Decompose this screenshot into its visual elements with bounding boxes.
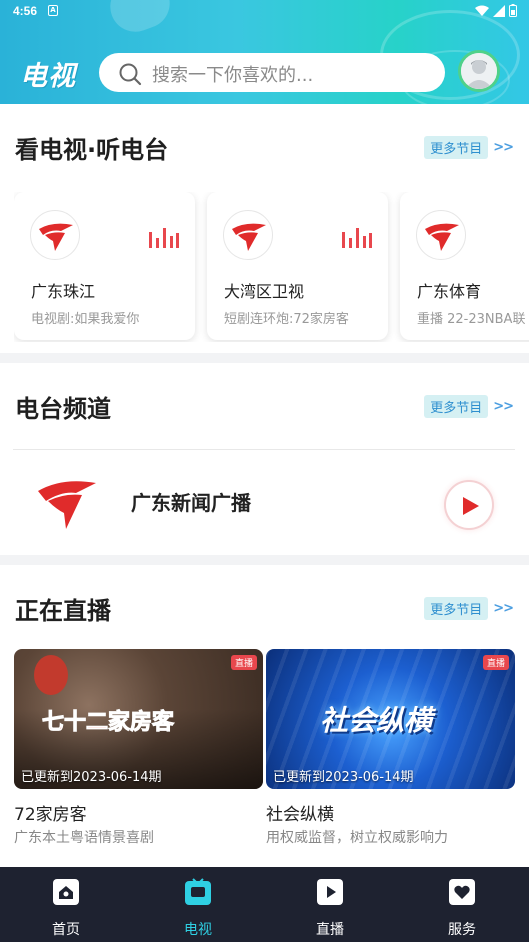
search-placeholder[interactable]: 搜索一下你喜欢的... [152, 61, 313, 87]
section-title: 正在直播 [15, 597, 111, 625]
more-label[interactable]: 更多节目 [424, 597, 489, 620]
channel-program: 重播 22-23NBA联 [417, 312, 526, 327]
audio-bars-icon [149, 228, 179, 248]
more-programs-link[interactable]: 更多节目 >> [424, 597, 514, 620]
update-info: 已更新到2023-06-14期 [273, 770, 414, 785]
play-button[interactable] [444, 480, 494, 530]
channel-card[interactable]: 大湾区卫视 短剧连环炮:72家房客 [207, 192, 388, 340]
battery-icon [509, 4, 517, 17]
tv-icon [185, 878, 211, 905]
gdtv-logo-icon [425, 223, 459, 251]
gdtv-logo-icon [38, 481, 96, 529]
heart-service-icon [449, 879, 475, 905]
more-label[interactable]: 更多节目 [424, 136, 489, 159]
section-title: 电台频道 [15, 395, 111, 423]
channel-card[interactable]: 广东体育 重播 22-23NBA联 [400, 192, 529, 340]
nav-label: 电视 [184, 922, 212, 938]
bottom-navigation: 首页 电视 直播 服务 [0, 867, 529, 942]
nav-item-live[interactable]: 直播 [295, 877, 365, 939]
update-info: 已更新到2023-06-14期 [21, 770, 162, 785]
more-programs-link[interactable]: 更多节目 >> [424, 136, 514, 159]
nav-item-service[interactable]: 服务 [427, 877, 497, 939]
signal-icon [493, 4, 505, 17]
nav-label: 直播 [316, 922, 344, 938]
tv-section: 看电视·听电台 更多节目 >> 广东珠江 电视剧:如果我爱你 大湾区卫视 短剧连… [0, 104, 529, 353]
thumbnail-title: 七十二家房客 [41, 710, 175, 736]
live-play-icon [317, 879, 343, 905]
nav-label: 首页 [52, 922, 80, 938]
thumbnail-title: 社会纵横 [320, 704, 433, 737]
radio-station-row[interactable]: 广东新闻广播 [0, 449, 529, 557]
channel-name: 大湾区卫视 [224, 282, 305, 301]
app-logo: 电视 [20, 61, 76, 92]
live-section: 正在直播 更多节目 >> 七十二家房客 直播 已更新到2023-06-14期 7… [0, 565, 529, 867]
radio-section: 电台频道 更多节目 >> 广东新闻广播 [0, 363, 529, 555]
section-title: 看电视·听电台 [15, 136, 169, 164]
double-chevron-icon: >> [493, 140, 514, 155]
nav-item-tv[interactable]: 电视 [163, 877, 233, 939]
program-description: 用权威监督，树立权威影响力 [266, 830, 448, 846]
double-chevron-icon: >> [493, 399, 514, 414]
channel-name: 广东珠江 [31, 282, 96, 301]
channel-name: 广东体育 [417, 282, 482, 301]
gdtv-logo-icon [39, 223, 73, 251]
gdtv-logo-icon [232, 223, 266, 251]
home-icon [53, 879, 79, 905]
status-bar: 4:56 A [0, 0, 529, 24]
audio-bars-icon [342, 228, 372, 248]
play-icon [463, 497, 479, 515]
search-bar[interactable]: 搜索一下你喜欢的... [99, 53, 445, 92]
live-badge: 直播 [230, 655, 257, 670]
channel-card[interactable]: 广东珠江 电视剧:如果我爱你 [14, 192, 195, 340]
channel-logo [223, 210, 273, 260]
nav-label: 服务 [448, 922, 476, 938]
nav-item-home[interactable]: 首页 [31, 877, 101, 939]
app-header: 4:56 A 电视 搜索一下你喜欢的... [0, 0, 529, 104]
program-name: 72家房客 [14, 805, 87, 825]
program-description: 广东本土粤语情景喜剧 [14, 830, 154, 846]
double-chevron-icon: >> [493, 601, 514, 616]
user-avatar-icon [461, 53, 497, 89]
status-icons [475, 4, 517, 17]
program-name: 社会纵横 [266, 805, 334, 825]
more-label[interactable]: 更多节目 [424, 395, 489, 418]
radio-station-name: 广东新闻广播 [131, 491, 251, 515]
live-badge: 直播 [482, 655, 509, 670]
avatar[interactable] [458, 50, 500, 92]
channel-program: 电视剧:如果我爱你 [31, 312, 140, 327]
lantern-decoration [34, 655, 68, 695]
channel-logo [30, 210, 80, 260]
channel-list[interactable]: 广东珠江 电视剧:如果我爱你 大湾区卫视 短剧连环炮:72家房客 广东体育 重播… [14, 192, 529, 342]
live-thumbnail[interactable]: 七十二家房客 直播 已更新到2023-06-14期 [14, 649, 263, 789]
wifi-icon [475, 5, 489, 16]
channel-logo [416, 210, 466, 260]
sim-icon: A [48, 5, 58, 16]
search-icon [119, 63, 142, 86]
live-thumbnail[interactable]: 社会纵横 直播 已更新到2023-06-14期 [266, 649, 515, 789]
status-time: 4:56 [13, 4, 38, 18]
channel-program: 短剧连环炮:72家房客 [224, 312, 349, 327]
more-programs-link[interactable]: 更多节目 >> [424, 395, 514, 418]
